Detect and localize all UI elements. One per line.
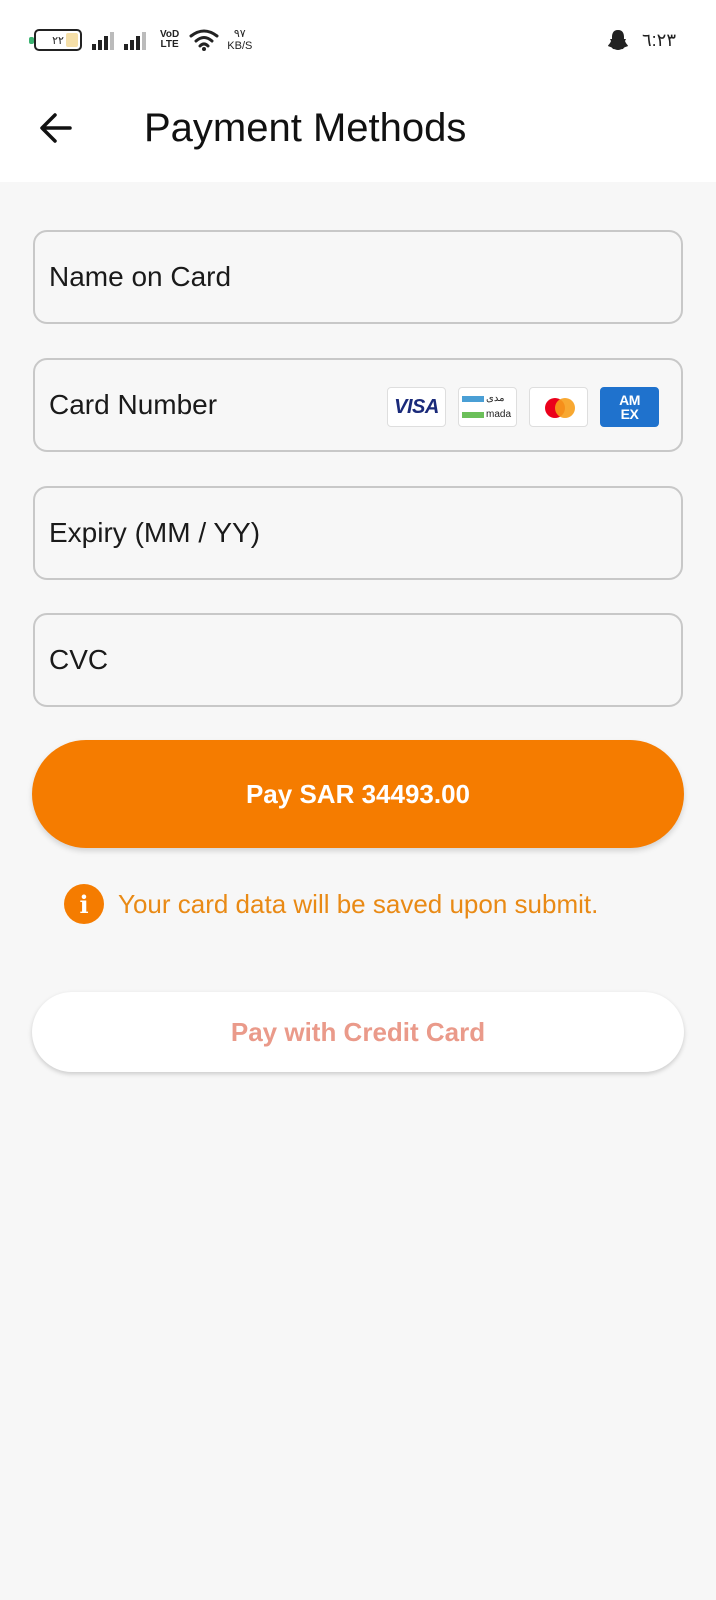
amex-label-bottom: EX <box>620 406 639 422</box>
arrow-left-icon <box>40 113 72 143</box>
mada-label: mada <box>486 409 512 420</box>
page-title: Payment Methods <box>144 106 467 150</box>
amex-label-top: AM <box>619 392 640 408</box>
expiry-input[interactable] <box>49 517 429 549</box>
info-icon: i <box>64 884 104 924</box>
signal-icon <box>124 30 146 50</box>
volte-label-bottom: LTE <box>160 39 179 50</box>
name-on-card-input[interactable] <box>49 261 429 293</box>
status-bar-right: ٦:٢٣ <box>606 28 676 52</box>
network-speed: ٩٧ KB/S <box>227 28 252 52</box>
network-speed-unit: KB/S <box>227 40 253 52</box>
back-button[interactable] <box>30 102 82 154</box>
wifi-icon <box>189 29 219 51</box>
card-number-input[interactable] <box>49 389 429 421</box>
status-bar-left: ٢٢ VoD LTE ٩٧ KB/S <box>29 28 252 52</box>
signal-icon <box>92 30 114 50</box>
visa-icon: VISA <box>387 387 446 427</box>
notice-text: Your card data will be saved upon submit… <box>118 888 599 919</box>
card-number-field[interactable]: VISA مدى mada AM EX <box>33 358 683 452</box>
volte-icon: VoD LTE <box>160 30 179 50</box>
clock: ٦:٢٣ <box>641 29 676 50</box>
mastercard-icon <box>529 387 588 427</box>
visa-label: VISA <box>394 395 439 418</box>
battery-level: ٢٢ <box>52 34 64 47</box>
pay-button[interactable]: Pay SAR 34493.00 <box>32 740 684 848</box>
mada-arabic-label: مدى <box>486 393 505 404</box>
snapchat-icon <box>607 30 628 50</box>
pay-button-label: Pay SAR 34493.00 <box>245 778 471 809</box>
card-brands: VISA مدى mada AM EX <box>387 387 659 427</box>
network-speed-value: ٩٧ <box>233 28 246 40</box>
save-notice: i Your card data will be saved upon subm… <box>64 884 598 924</box>
cvc-input[interactable] <box>49 644 429 676</box>
name-on-card-field[interactable] <box>33 230 683 324</box>
app-bar: Payment Methods <box>0 80 716 182</box>
pay-with-credit-card-label: Pay with Credit Card <box>230 1016 486 1047</box>
pay-with-credit-card-button[interactable]: Pay with Credit Card <box>32 992 684 1072</box>
amex-icon: AM EX <box>600 387 659 427</box>
expiry-field[interactable] <box>33 486 683 580</box>
mada-icon: مدى mada <box>458 387 517 427</box>
battery-icon: ٢٢ <box>29 29 82 51</box>
cvc-field[interactable] <box>33 613 683 707</box>
status-bar: ٢٢ VoD LTE ٩٧ KB/S ٦:٢٣ <box>0 0 716 80</box>
